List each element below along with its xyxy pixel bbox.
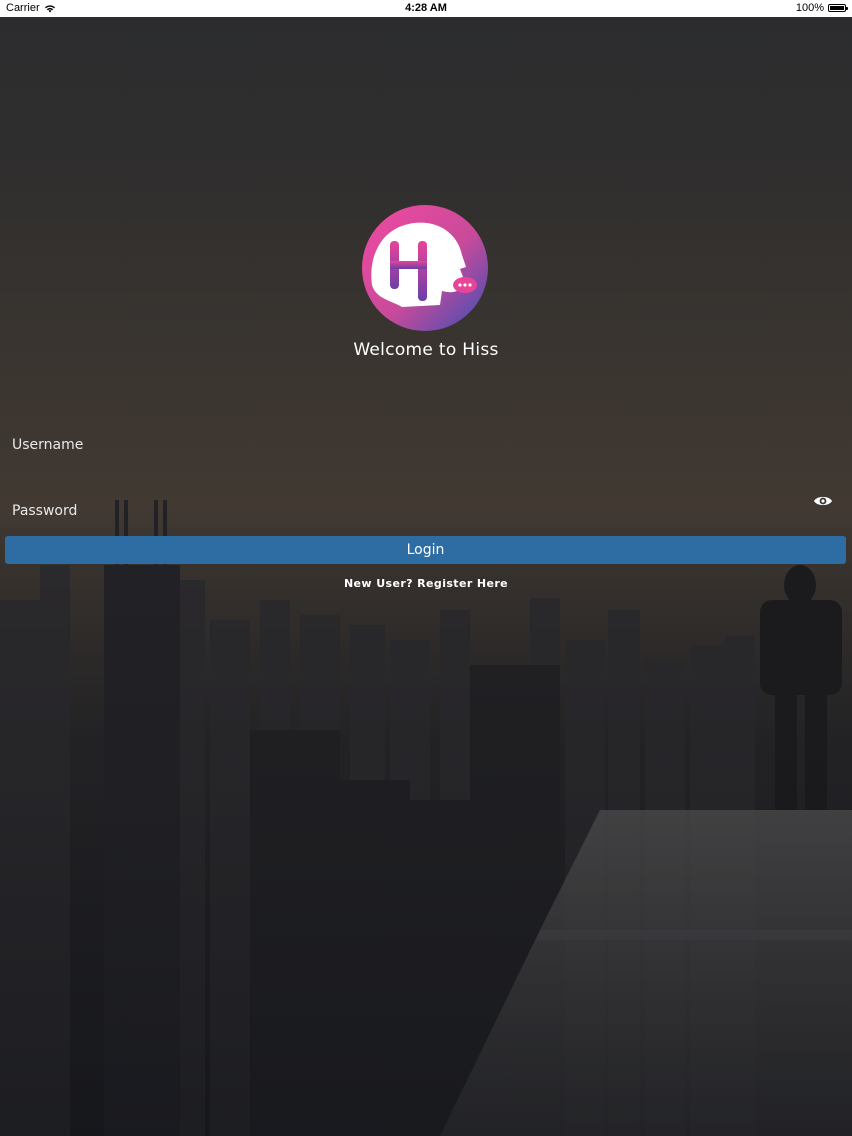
welcome-title: Welcome to Hiss	[353, 340, 499, 360]
battery-group: 100%	[795, 2, 848, 14]
login-button[interactable]: Login	[5, 536, 846, 564]
battery-icon	[828, 4, 848, 12]
register-link[interactable]: New User? Register Here	[0, 577, 852, 590]
username-input[interactable]	[5, 428, 809, 464]
eye-icon[interactable]	[813, 493, 833, 509]
status-bar: Carrier 4:28 AM 100%	[0, 0, 852, 17]
status-time: 4:28 AM	[405, 2, 447, 14]
password-input[interactable]	[5, 494, 809, 530]
city-background-image	[0, 0, 852, 1136]
battery-percent: 100%	[795, 2, 824, 14]
login-screen: Carrier 4:28 AM 100% Welcome to Hiss Use…	[0, 0, 852, 1136]
hiss-logo-icon	[362, 205, 488, 331]
